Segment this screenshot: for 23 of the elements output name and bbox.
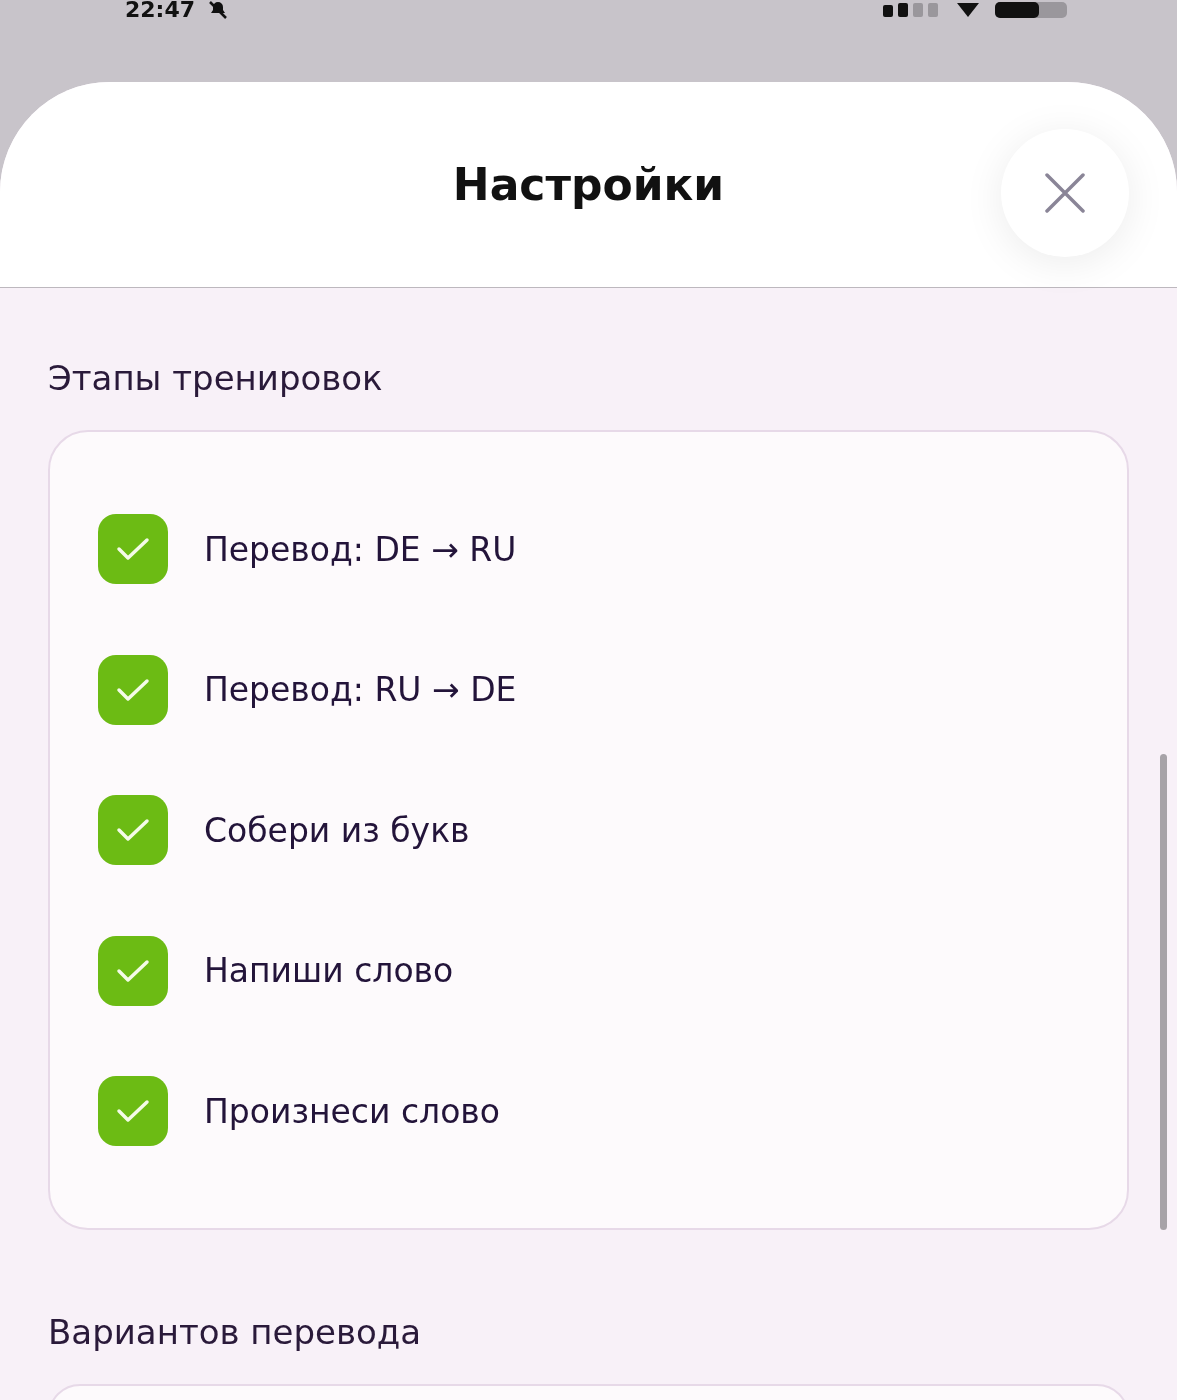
section-title: Этапы тренировок: [48, 357, 383, 400]
signal-icon: [883, 3, 941, 17]
section-title: Вариантов перевода: [48, 1310, 422, 1354]
option-label: Перевод: RU → DE: [204, 670, 517, 710]
battery-icon: [995, 2, 1067, 18]
sheet-title: Настройки: [452, 159, 725, 210]
checkmark-icon: [116, 1098, 150, 1125]
checkmark-icon: [116, 957, 150, 984]
status-time: 22:47: [125, 0, 196, 20]
checkbox[interactable]: [98, 514, 168, 585]
checkbox[interactable]: [98, 795, 168, 866]
close-icon: [1045, 173, 1085, 213]
option-label: Перевод: DE → RU: [204, 529, 517, 569]
checkmark-icon: [116, 536, 150, 563]
checkbox[interactable]: [98, 1076, 168, 1147]
checkmark-icon: [116, 676, 150, 703]
scrollbar[interactable]: [1160, 754, 1167, 1230]
checkbox[interactable]: [98, 654, 168, 725]
option-label: Собери из букв: [204, 810, 470, 850]
checkmark-icon: [116, 817, 150, 844]
option-label: Произнеси слово: [204, 1091, 500, 1131]
option-label: Напиши слово: [204, 951, 454, 991]
checkbox[interactable]: [98, 935, 168, 1006]
